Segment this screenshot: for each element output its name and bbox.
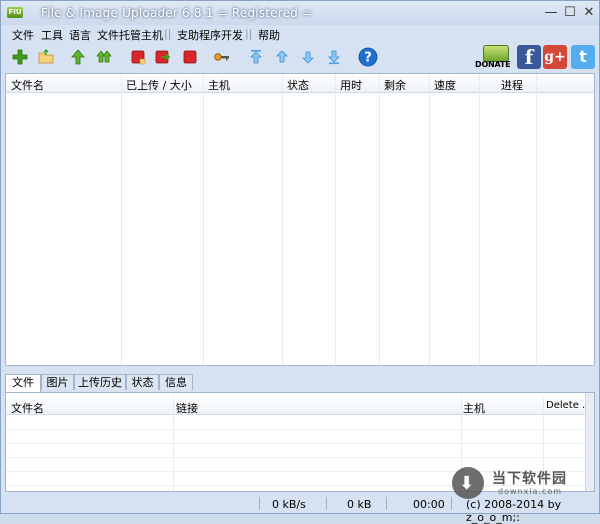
twitter-icon[interactable]: t — [571, 45, 595, 69]
table-row — [6, 429, 586, 430]
status-speed: 0 kB/s — [272, 498, 306, 511]
menu-language[interactable]: 语言 — [69, 27, 91, 43]
status-time: 00:00 — [413, 498, 445, 511]
minimize-button[interactable]: — — [543, 5, 559, 21]
clear-icon[interactable] — [181, 48, 199, 66]
column-header-link-filename[interactable]: 文件名 — [11, 400, 44, 416]
status-size: 0 kB — [347, 498, 372, 511]
column-header-link-host[interactable]: 主机 — [463, 400, 485, 416]
column-divider — [173, 397, 174, 491]
menu-bar: 文件 工具 语言 文件托管主机 || 支助程序开发 || 帮助 — [1, 25, 599, 43]
status-divider — [259, 497, 260, 510]
title-bar: FIU File & Image Uploader 6.8.1 = Regist… — [1, 1, 599, 25]
status-divider — [386, 497, 387, 510]
menu-support-development[interactable]: 支助程序开发 — [177, 27, 243, 43]
menu-tools[interactable]: 工具 — [41, 27, 63, 43]
tab-images[interactable]: 图片 — [41, 374, 74, 390]
google-plus-icon[interactable]: g+ — [543, 45, 567, 69]
open-folder-icon[interactable] — [37, 48, 55, 66]
column-header-remaining[interactable]: 剩余 — [384, 77, 406, 93]
upload-queue-table[interactable]: 文件名 已上传 / 大小 主机 状态 用时 剩余 速度 进程 — [5, 73, 595, 366]
window-title: File & Image Uploader 6.8.1 = Registered… — [41, 6, 313, 20]
column-divider — [282, 74, 283, 365]
tab-upload-history[interactable]: 上传历史 — [74, 374, 126, 390]
status-divider — [326, 497, 327, 510]
maximize-button[interactable]: ☐ — [562, 5, 578, 21]
menu-help[interactable]: 帮助 — [258, 27, 280, 43]
donate-label: DONATE — [475, 60, 511, 69]
donate-button[interactable]: DONATE — [475, 45, 515, 71]
upload-all-icon[interactable] — [95, 48, 113, 66]
upload-icon[interactable] — [69, 48, 87, 66]
forward-icon[interactable] — [154, 48, 172, 66]
links-table-header: 文件名 链接 主机 Delete ... — [6, 397, 594, 415]
column-divider — [335, 74, 336, 365]
column-divider — [479, 74, 480, 365]
vertical-scrollbar[interactable] — [585, 393, 594, 491]
column-header-progress[interactable]: 进程 — [501, 77, 523, 93]
watermark-arrow-icon: ⬇ — [459, 473, 475, 494]
column-divider — [429, 74, 430, 365]
move-up-icon[interactable] — [273, 48, 291, 66]
facebook-icon[interactable]: f — [517, 45, 541, 69]
table-row — [6, 457, 586, 458]
status-divider — [451, 497, 452, 510]
menu-file[interactable]: 文件 — [12, 27, 34, 43]
menu-separator: || — [245, 27, 253, 40]
menu-file-hosts[interactable]: 文件托管主机 — [97, 27, 163, 43]
column-header-filename[interactable]: 文件名 — [11, 77, 44, 93]
help-glyph: ? — [364, 51, 372, 66]
app-logo-icon: FIU — [7, 7, 23, 18]
add-icon[interactable] — [11, 48, 29, 66]
column-divider — [203, 74, 204, 365]
column-header-elapsed[interactable]: 用时 — [340, 77, 362, 93]
move-down-icon[interactable] — [299, 48, 317, 66]
column-divider — [536, 74, 537, 365]
menu-separator: || — [164, 27, 172, 40]
tab-status[interactable]: 状态 — [126, 374, 159, 390]
close-button[interactable]: ✕ — [581, 5, 597, 21]
column-header-status[interactable]: 状态 — [287, 77, 309, 93]
table-row — [6, 443, 586, 444]
status-copyright: (c) 2008-2014 by z_o_o_m;: — [466, 498, 562, 524]
column-header-uploaded-size[interactable]: 已上传 / 大小 — [126, 77, 192, 93]
key-icon[interactable] — [213, 48, 231, 66]
watermark-text: 当下软件园 — [492, 471, 567, 487]
column-header-host[interactable]: 主机 — [208, 77, 230, 93]
column-divider — [121, 74, 122, 365]
column-header-speed[interactable]: 速度 — [434, 77, 456, 93]
tab-files[interactable]: 文件 — [5, 374, 41, 392]
move-bottom-icon[interactable] — [325, 48, 343, 66]
status-bar: 0 kB/s 0 kB 00:00 (c) 2008-2014 by z_o_o… — [1, 494, 599, 524]
stop-icon[interactable] — [129, 48, 147, 66]
app-window: FIU File & Image Uploader 6.8.1 = Regist… — [0, 0, 600, 524]
column-divider — [379, 74, 380, 365]
tab-info[interactable]: 信息 — [159, 374, 193, 390]
help-icon[interactable]: ? — [358, 47, 378, 67]
column-header-link[interactable]: 链接 — [176, 400, 198, 416]
move-top-icon[interactable] — [247, 48, 265, 66]
upload-table-header: 文件名 已上传 / 大小 主机 状态 用时 剩余 速度 进程 — [6, 74, 594, 93]
